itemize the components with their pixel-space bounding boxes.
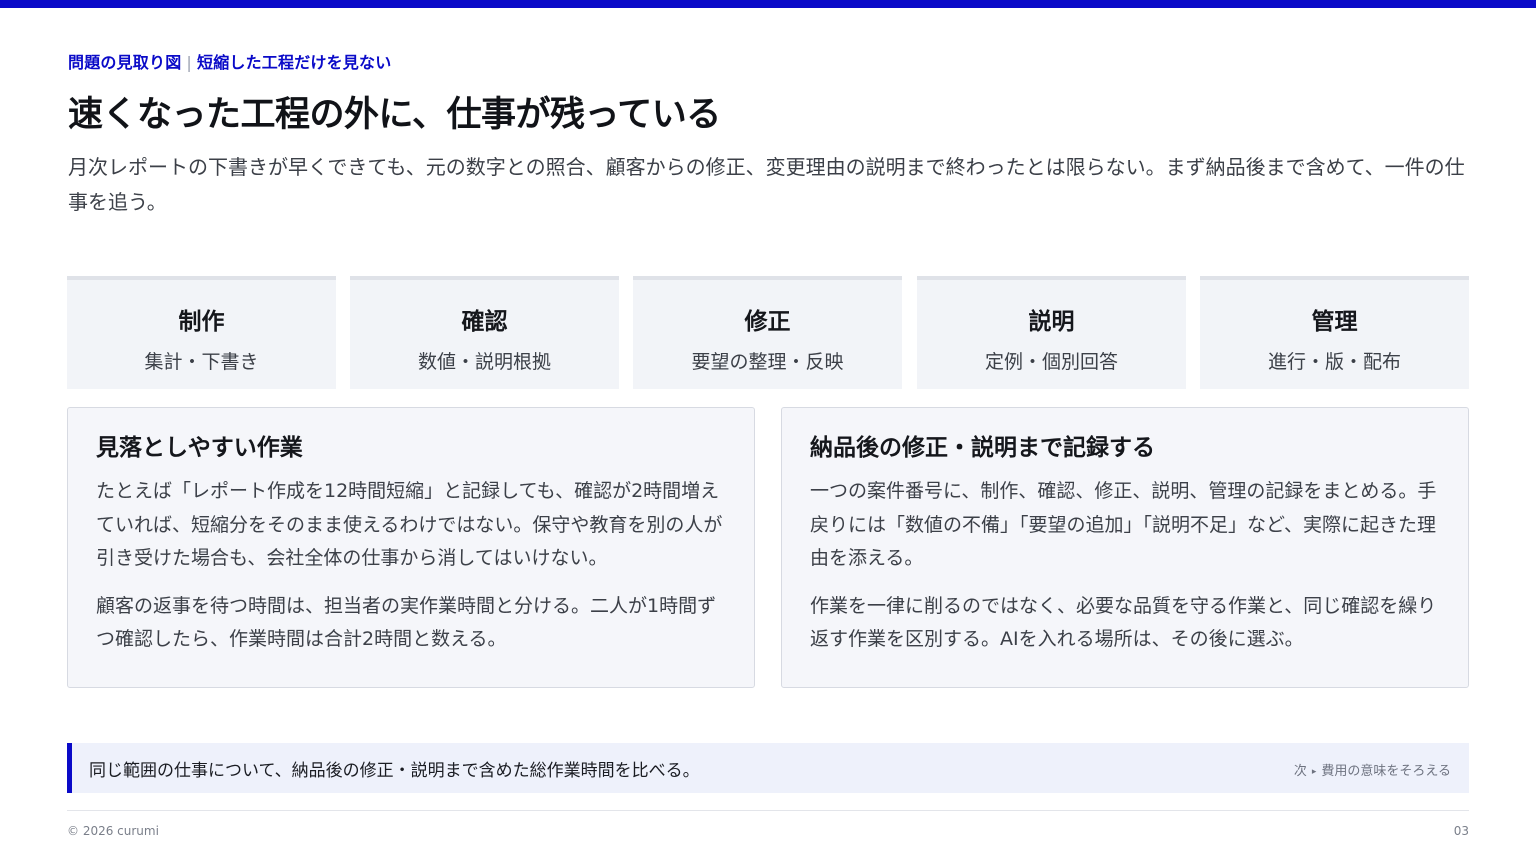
eyebrow-separator: | <box>186 53 192 72</box>
step-revision: 修正 要望の整理・反映 <box>633 276 902 389</box>
next-label: 次 <box>1293 764 1307 779</box>
card-record-after-delivery: 納品後の修正・説明まで記録する 一つの案件番号に、制作、確認、修正、説明、管理の… <box>781 407 1469 688</box>
card-paragraph: たとえば「レポート作成を12時間短縮」と記録しても、確認が2時間増えていれば、短… <box>96 480 723 569</box>
step-desc: 数値・説明根拠 <box>417 351 551 373</box>
step-desc: 要望の整理・反映 <box>691 351 844 373</box>
card-title: 納品後の修正・説明まで記録する <box>810 435 1155 461</box>
next-slide-link[interactable]: 次 ▸ 費用の意味をそろえる <box>1294 760 1451 779</box>
step-desc: 集計・下書き <box>144 351 259 373</box>
step-explanation: 説明 定例・個別回答 <box>917 276 1186 389</box>
step-desc: 定例・個別回答 <box>984 351 1118 373</box>
step-desc: 進行・版・配布 <box>1267 351 1401 373</box>
step-name: 管理 <box>1311 309 1358 335</box>
step-name: 確認 <box>461 309 508 335</box>
next-title: 費用の意味をそろえる <box>1321 764 1451 779</box>
process-steps: 制作 集計・下書き 確認 数値・説明根拠 修正 要望の整理・反映 説明 定例・個… <box>67 276 1469 389</box>
eyebrow: 問題の見取り図 | 短縮した工程だけを見ない <box>68 49 391 73</box>
card-title: 見落としやすい作業 <box>96 435 303 461</box>
takeaway-callout: 同じ範囲の仕事について、納品後の修正・説明まで含めた総作業時間を比べる。 次 ▸ 費… <box>67 743 1469 793</box>
slide: 問題の見取り図 | 短縮した工程だけを見ない 速くなった工程の外に、仕事が残っている… <box>0 0 1536 864</box>
step-name: 制作 <box>178 309 225 335</box>
card-paragraph: 作業を一律に削るのではなく、必要な品質を守る作業と、同じ確認を繰り返す作業を区別… <box>810 594 1437 651</box>
card-paragraph: 顧客の返事を待つ時間は、担当者の実作業時間と分ける。二人が1時間ずつ確認したら、… <box>96 594 717 651</box>
step-review: 確認 数値・説明根拠 <box>350 276 619 389</box>
lead-paragraph: 月次レポートの下書きが早くできても、元の数字との照合、顧客からの修正、変更理由の… <box>68 155 1465 214</box>
page-title: 速くなった工程の外に、仕事が残っている <box>68 95 721 135</box>
eyebrow-topic: 短縮した工程だけを見ない <box>197 53 392 72</box>
step-name: 修正 <box>744 309 791 335</box>
step-production: 制作 集計・下書き <box>67 276 336 389</box>
arrow-right-icon: ▸ <box>1311 767 1317 777</box>
takeaway-text: 同じ範囲の仕事について、納品後の修正・説明まで含めた総作業時間を比べる。 <box>89 761 700 781</box>
copyright: © 2026 curumi <box>67 824 159 838</box>
step-management: 管理 進行・版・配布 <box>1200 276 1469 389</box>
step-name: 説明 <box>1028 309 1075 335</box>
card-overlooked-work: 見落としやすい作業 たとえば「レポート作成を12時間短縮」と記録しても、確認が2… <box>67 407 755 688</box>
eyebrow-section: 問題の見取り図 <box>68 53 182 72</box>
page-number: 03 <box>1453 824 1469 838</box>
card-paragraph: 一つの案件番号に、制作、確認、修正、説明、管理の記録をまとめる。手戻りには「数値… <box>810 480 1437 569</box>
accent-top-bar <box>0 0 1536 8</box>
footer-divider <box>67 810 1469 811</box>
